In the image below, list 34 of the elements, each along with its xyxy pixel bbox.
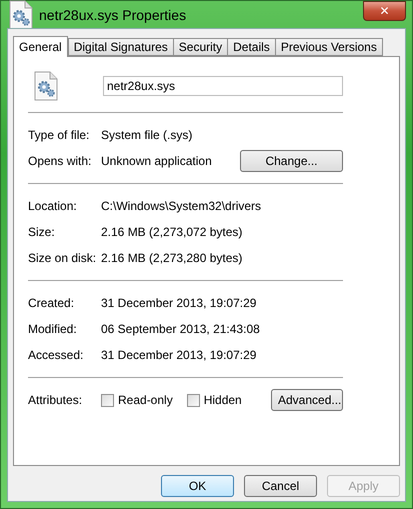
property-value: 2.16 MB (2,273,072 bytes): [101, 225, 244, 239]
property-value: Unknown application: [101, 154, 213, 168]
advanced-button[interactable]: Advanced...: [271, 389, 343, 411]
tab[interactable]: Previous Versions: [274, 38, 383, 56]
checkbox[interactable]: [186, 394, 200, 406]
property-label: Created:: [28, 296, 76, 310]
window-title: netr28ux.sys Properties: [39, 6, 188, 22]
property-label: Type of file:: [28, 128, 90, 142]
tab[interactable]: Details: [227, 38, 276, 56]
tab[interactable]: Security: [172, 38, 228, 56]
property-value: System file (.sys): [101, 128, 194, 142]
tab[interactable]: General: [13, 36, 68, 57]
property-value: 2.16 MB (2,273,280 bytes): [101, 251, 244, 265]
property-label: Size on disk:: [28, 251, 98, 265]
change-button[interactable]: Change...: [240, 150, 343, 172]
property-label: Opens with:: [28, 154, 92, 168]
property-label: Attributes:: [28, 393, 84, 407]
settings-file-icon: [34, 71, 58, 101]
property-label: Modified:: [28, 322, 78, 336]
property-value: 31 December 2013, 19:07:29: [101, 296, 258, 310]
property-label: Location:: [28, 199, 78, 213]
property-value: 06 September 2013, 21:43:08: [101, 322, 261, 336]
dialog-button[interactable]: OK: [161, 475, 234, 497]
close-button[interactable]: ✕: [363, 1, 406, 21]
file-name-field[interactable]: netr28ux.sys: [103, 76, 343, 96]
dialog-button[interactable]: Cancel: [244, 475, 317, 497]
property-value: 31 December 2013, 19:07:29: [101, 348, 258, 362]
tab[interactable]: Digital Signatures: [68, 38, 174, 56]
property-value: C:\Windows\System32\drivers: [101, 199, 262, 213]
checkbox[interactable]: [101, 394, 114, 406]
checkbox-label: Read-only: [118, 393, 173, 407]
checkbox-label: Hidden: [204, 393, 242, 407]
property-label: Size:: [28, 225, 56, 239]
property-label: Accessed:: [28, 348, 84, 362]
